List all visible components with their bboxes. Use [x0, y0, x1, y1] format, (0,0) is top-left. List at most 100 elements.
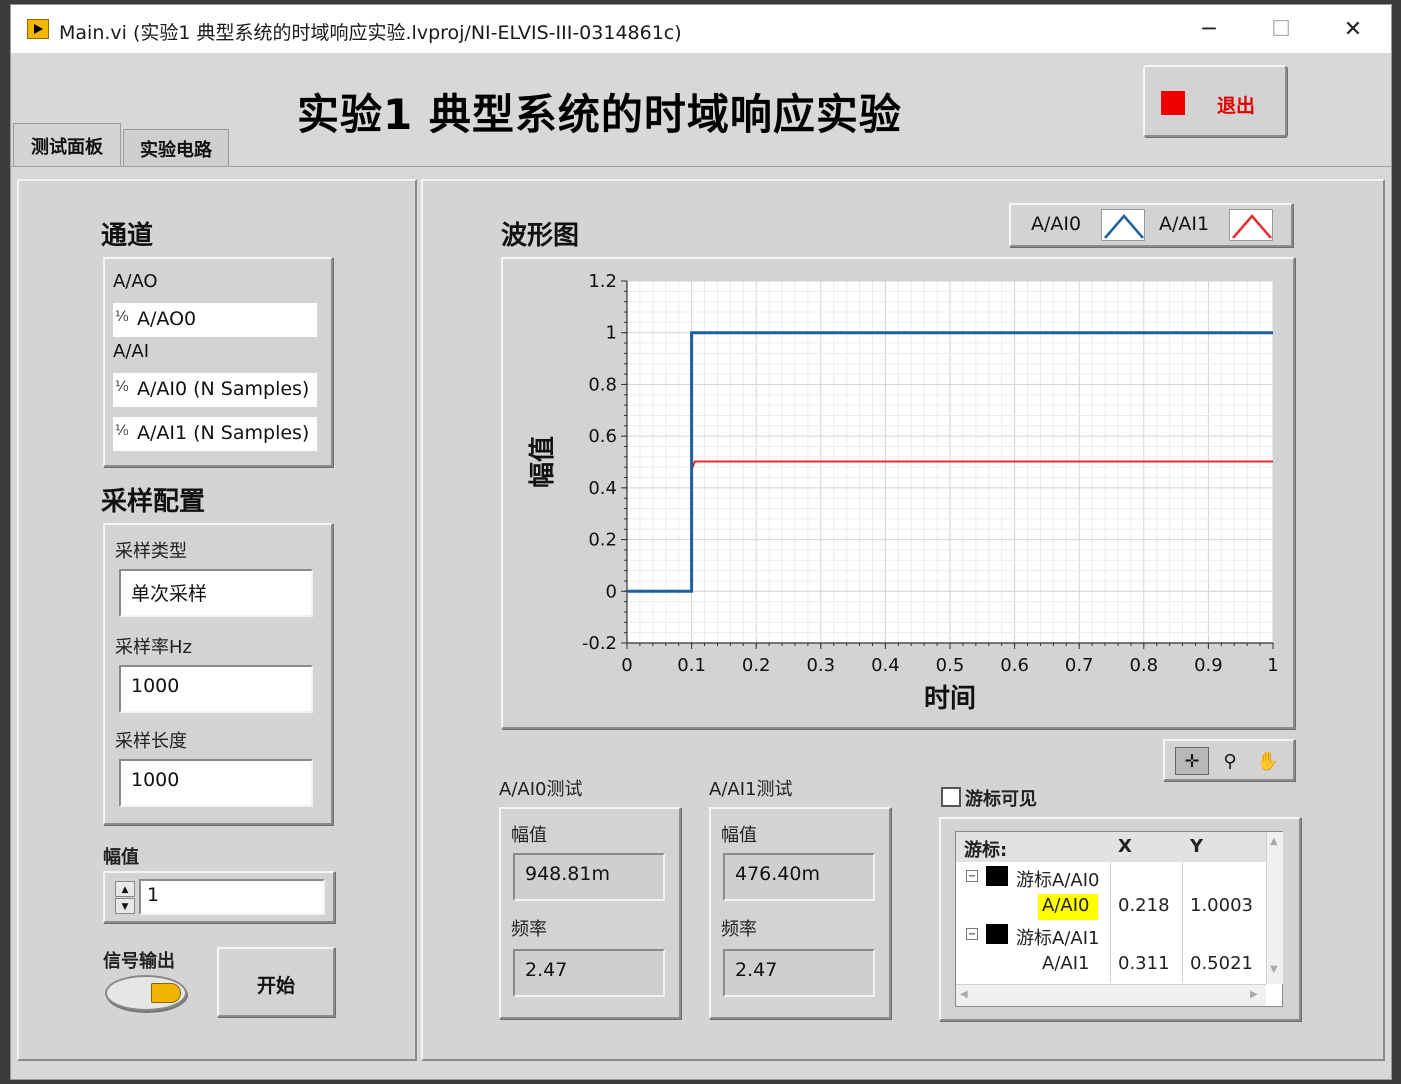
ai-channel-item[interactable]: ⅟₀ A/AI1 (N Samples) — [113, 417, 317, 451]
graph-palette: ✛ ⚲ ✋ — [1163, 739, 1295, 781]
ao-group-label: A/AO — [113, 271, 158, 292]
ai0-test-cluster: 幅值 948.81m 频率 2.47 — [499, 807, 681, 1019]
cursor-row-x: 0.218 — [1118, 895, 1170, 916]
tab-test-panel[interactable]: 测试面板 — [13, 123, 121, 167]
legend-ai0-swatch — [1101, 209, 1145, 241]
sample-rate-value: 1000 — [131, 675, 180, 697]
scroll-left-icon[interactable]: ◀ — [960, 989, 968, 1000]
legend-ai1-label: A/AI1 — [1159, 213, 1210, 235]
ai1-amp-indicator: 476.40m — [723, 853, 875, 901]
exit-button[interactable]: 退出 — [1143, 65, 1287, 137]
pan-tool-icon[interactable]: ✋ — [1251, 747, 1285, 775]
vertical-scrollbar[interactable]: ▲ ▼ — [1266, 832, 1283, 984]
signal-output-toggle[interactable] — [105, 975, 187, 1011]
horizontal-scrollbar[interactable]: ◀ ▶ — [956, 984, 1266, 1006]
ai1-freq-indicator: 2.47 — [723, 949, 875, 997]
start-label: 开始 — [256, 975, 295, 997]
io-channel-icon: ⅟₀ — [115, 379, 129, 395]
x-tick-label: 0.2 — [742, 655, 771, 676]
channel-list: A/AO ⅟₀ A/AO0 A/AI ⅟₀ A/AI0 (N Samples) … — [103, 257, 333, 467]
cursor-row-x: 0.311 — [1118, 953, 1170, 974]
tab-test-panel-label: 测试面板 — [31, 136, 103, 158]
ai0-amp-indicator: 948.81m — [513, 853, 665, 901]
cursor-visible-label: 游标可见 — [965, 789, 1037, 810]
ai1-test-cluster: 幅值 476.40m 频率 2.47 — [709, 807, 891, 1019]
y-tick-label: 0.4 — [588, 478, 617, 499]
y-tick-label: 1 — [606, 323, 617, 344]
ao-channel-label: A/AO0 — [137, 308, 197, 330]
y-tick-label: 0.6 — [588, 426, 617, 447]
x-tick-label: 0.4 — [871, 655, 900, 676]
cursor-row-channel: A/AI1 — [1042, 953, 1090, 974]
scroll-right-icon[interactable]: ▶ — [1250, 989, 1258, 1000]
col-x-header: X — [1118, 836, 1132, 857]
zoom-tool-icon[interactable]: ⚲ — [1213, 747, 1247, 775]
x-tick-label: 0 — [621, 655, 632, 676]
tab-circuit[interactable]: 实验电路 — [123, 129, 229, 167]
col-divider — [1182, 862, 1183, 982]
ai1-amp-label: 幅值 — [721, 825, 757, 846]
decrement-button[interactable]: ▼ — [115, 898, 135, 914]
x-tick-label: 0.5 — [936, 655, 965, 676]
cursor-row-channel: A/AI0 — [1042, 895, 1090, 916]
x-tick-label: 0.6 — [1000, 655, 1029, 676]
amplitude-input[interactable]: 1 — [139, 879, 325, 915]
ai-channel-item[interactable]: ⅟₀ A/AI0 (N Samples) — [113, 373, 317, 407]
scroll-down-icon[interactable]: ▼ — [1270, 964, 1278, 975]
sample-rate-field[interactable]: 1000 — [119, 665, 313, 713]
ao-channel-item[interactable]: ⅟₀ A/AO0 — [113, 303, 317, 337]
ai0-amp-label: 幅值 — [511, 825, 547, 846]
ai0-freq-value: 2.47 — [525, 959, 568, 981]
tab-divider — [11, 166, 1391, 167]
crosshair-tool-icon[interactable]: ✛ — [1175, 747, 1209, 775]
amplitude-control: ▲ ▼ 1 — [103, 871, 335, 923]
cursor-color-swatch — [986, 866, 1008, 886]
amplitude-value: 1 — [147, 884, 160, 906]
cursor-visible-checkbox[interactable] — [941, 787, 961, 807]
ai1-freq-value: 2.47 — [735, 959, 778, 981]
x-axis-label: 时间 — [924, 684, 976, 714]
waveform-graph[interactable]: 0 0.1 0.2 0.3 0.4 0.5 0.6 0.7 0.8 0.9 1 -0.2 0 0.2 0.4… — [501, 257, 1295, 729]
col-cursor-header: 游标: — [964, 840, 1008, 861]
y-tick-label: -0.2 — [582, 633, 617, 654]
y-tick-label: 0.2 — [588, 530, 617, 551]
ai1-test-title: A/AI1测试 — [709, 779, 793, 800]
col-divider — [1110, 862, 1111, 982]
increment-button[interactable]: ▲ — [115, 881, 135, 897]
io-channel-icon: ⅟₀ — [115, 309, 129, 325]
collapse-icon[interactable]: − — [966, 928, 978, 940]
scroll-up-icon[interactable]: ▲ — [1270, 836, 1278, 847]
sample-type-select[interactable]: 单次采样 — [119, 569, 313, 617]
x-tick-label: 0.9 — [1194, 655, 1223, 676]
ai0-test-title: A/AI0测试 — [499, 779, 583, 800]
page-title: 实验1 典型系统的时域响应实验 — [297, 90, 902, 139]
legend-ai0-label: A/AI0 — [1031, 213, 1082, 235]
y-tick-label: 0.8 — [588, 374, 617, 395]
main-window: Main.vi (实验1 典型系统的时域响应实验.lvproj/NI-ELVIS… — [10, 4, 1392, 1080]
sample-length-field[interactable]: 1000 — [119, 759, 313, 807]
amplitude-label: 幅值 — [103, 847, 139, 868]
waveform-plot-area: 0 0.1 0.2 0.3 0.4 0.5 0.6 0.7 0.8 0.9 1-0.200.20.4… — [528, 271, 1279, 714]
sample-type-label: 采样类型 — [115, 541, 187, 562]
cursor-color-swatch — [986, 924, 1008, 944]
close-button[interactable]: ✕ — [1319, 5, 1387, 53]
cursor-row-y: 0.5021 — [1190, 953, 1253, 974]
graph-title: 波形图 — [501, 221, 580, 251]
ai1-channel-label: A/AI1 (N Samples) — [137, 422, 310, 444]
cursor-row-name[interactable]: 游标A/AI0 — [1016, 866, 1099, 892]
maximize-button[interactable]: ☐ — [1247, 5, 1315, 53]
cursor-row-y: 1.0003 — [1190, 895, 1253, 916]
plot-legend[interactable]: A/AI0 A/AI1 — [1009, 203, 1293, 247]
x-tick-label: 0.3 — [806, 655, 835, 676]
ai0-freq-label: 频率 — [511, 919, 547, 940]
channels-title: 通道 — [101, 221, 154, 251]
sample-length-label: 采样长度 — [115, 731, 187, 752]
ai1-freq-label: 频率 — [721, 919, 757, 940]
ai1-amp-value: 476.40m — [735, 863, 820, 885]
sampling-cluster: 采样类型 单次采样 采样率Hz 1000 采样长度 1000 — [103, 523, 333, 825]
cursor-row-name[interactable]: 游标A/AI1 — [1016, 924, 1099, 950]
minimize-button[interactable]: ─ — [1175, 5, 1243, 53]
start-button[interactable]: 开始 — [217, 947, 335, 1017]
collapse-icon[interactable]: − — [966, 870, 978, 882]
y-axis-label: 幅值 — [528, 436, 558, 488]
